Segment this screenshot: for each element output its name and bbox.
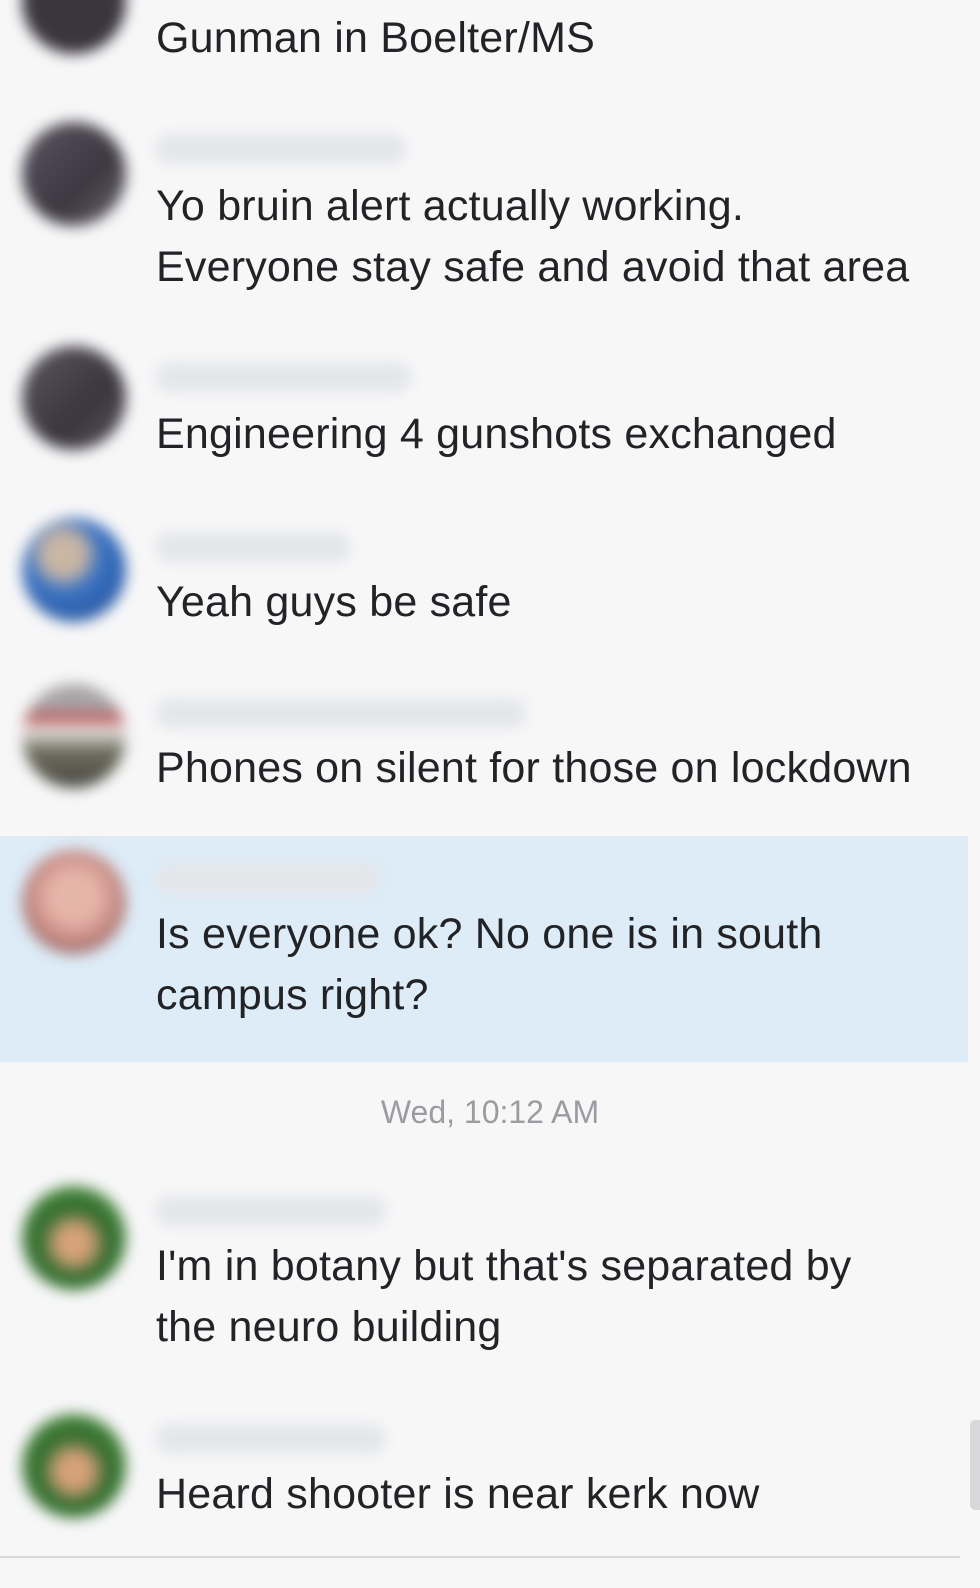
- sender-name-redacted: [156, 1424, 386, 1454]
- avatar[interactable]: [22, 850, 126, 954]
- avatar[interactable]: [22, 1414, 126, 1518]
- message-row-highlighted[interactable]: Is everyone ok? No one is in south campu…: [0, 836, 968, 1062]
- avatar[interactable]: [22, 346, 126, 450]
- sender-name-redacted: [156, 134, 406, 164]
- message-text: I'm in botany but that's separated by th…: [156, 1242, 852, 1351]
- message-text: Is everyone ok? No one is in south campu…: [156, 910, 823, 1019]
- sender-name-redacted: [156, 864, 381, 894]
- message-text: Gunman in Boelter/MS: [156, 14, 595, 62]
- divider: [0, 1556, 960, 1558]
- message-row[interactable]: I'm in botany but that's separated by th…: [0, 1180, 968, 1380]
- message-row[interactable]: Heard shooter is near kerk now: [0, 1408, 968, 1538]
- avatar[interactable]: [22, 0, 126, 54]
- sender-name-redacted: [156, 362, 411, 392]
- avatar[interactable]: [22, 1186, 126, 1290]
- timestamp-divider: Wed, 10:12 AM: [380, 1094, 600, 1130]
- message-text: Heard shooter is near kerk now: [156, 1470, 760, 1518]
- chat-thread[interactable]: Gunman in Boelter/MS Yo bruin alert actu…: [0, 0, 980, 1588]
- sender-name-redacted: [156, 698, 526, 728]
- scroll-edge: [970, 1420, 980, 1510]
- message-row[interactable]: Gunman in Boelter/MS: [0, 0, 968, 90]
- avatar[interactable]: [22, 518, 126, 622]
- avatar[interactable]: [22, 122, 126, 226]
- message-text: Yeah guys be safe: [156, 578, 512, 626]
- sender-name-redacted: [156, 532, 351, 562]
- message-row[interactable]: Phones on silent for those on lockdown: [0, 680, 968, 810]
- sender-name-redacted: [156, 1196, 386, 1226]
- avatar[interactable]: [22, 684, 126, 788]
- message-row[interactable]: Yo bruin alert actually working. Everyon…: [0, 118, 968, 308]
- message-text: Engineering 4 gunshots exchanged: [156, 410, 837, 458]
- message-row[interactable]: Yeah guys be safe: [0, 514, 968, 644]
- message-row[interactable]: Engineering 4 gunshots exchanged: [0, 346, 968, 476]
- message-text: Phones on silent for those on lockdown: [156, 744, 912, 792]
- message-text: Yo bruin alert actually working. Everyon…: [156, 182, 910, 291]
